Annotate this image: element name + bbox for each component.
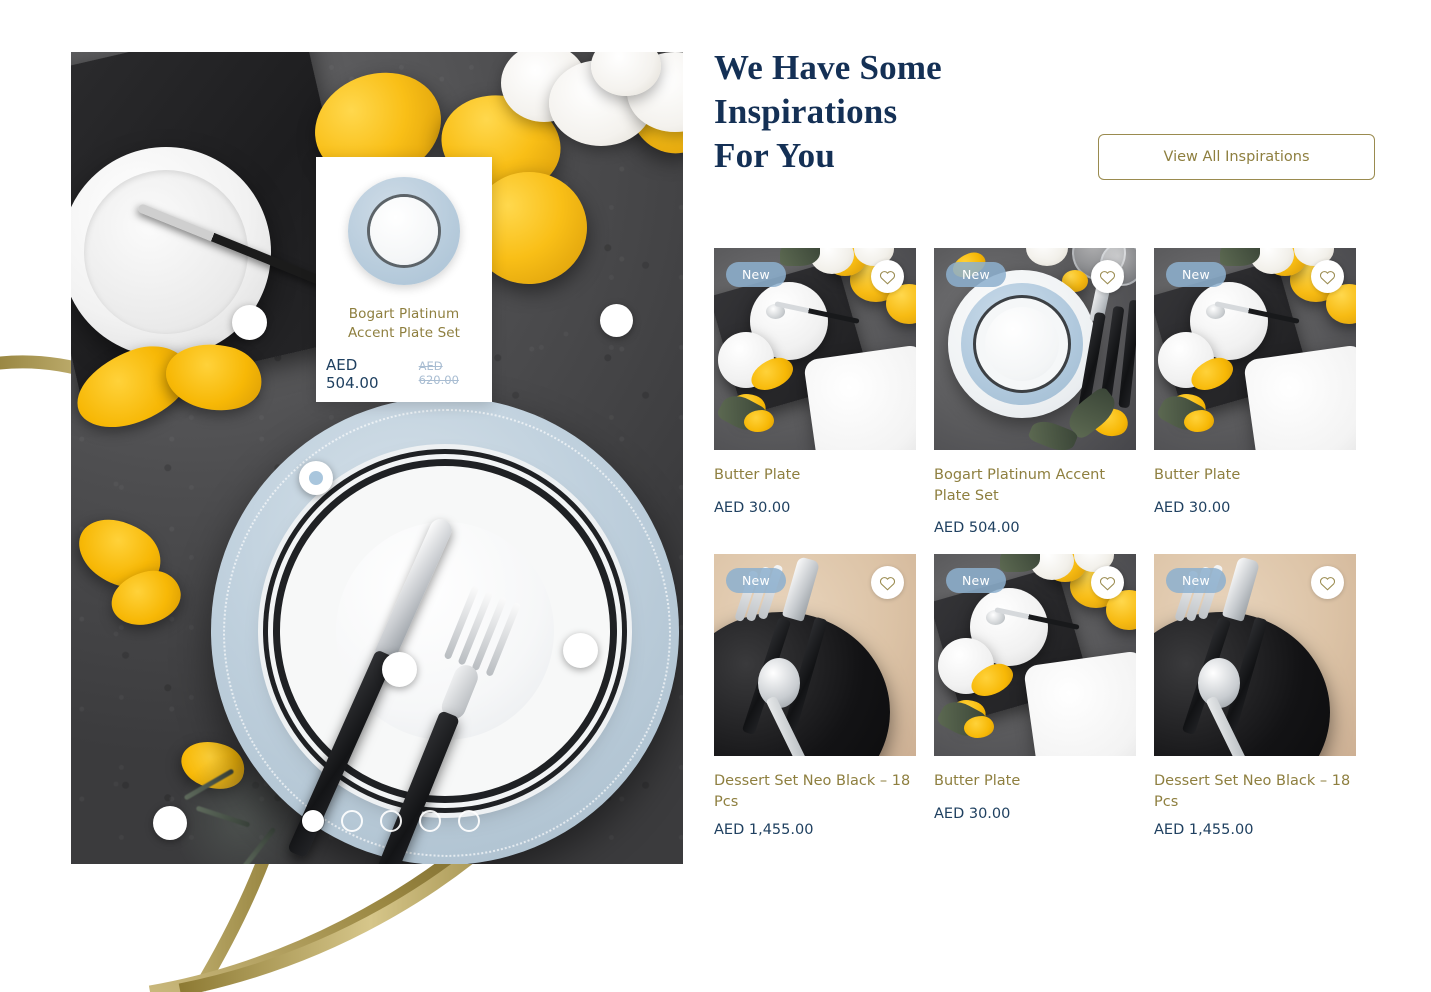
hero-popup-prices: AED 504.00 AED 620.00 xyxy=(326,356,482,392)
product-image[interactable]: New xyxy=(1154,554,1356,757)
charger-plate xyxy=(211,397,679,864)
heading-line-1: We Have Some xyxy=(714,48,942,87)
product-title[interactable]: Butter Plate xyxy=(714,465,916,486)
product-card[interactable]: New Butter Plate AED 30.00 xyxy=(1154,248,1356,536)
product-price: AED 1,455.00 xyxy=(714,822,814,839)
product-image[interactable]: New xyxy=(714,248,916,450)
heart-icon xyxy=(879,270,896,284)
heart-icon xyxy=(1099,576,1116,591)
wishlist-button[interactable] xyxy=(1091,566,1124,600)
hero-hotspot-6[interactable] xyxy=(153,806,187,840)
carousel-dot-1[interactable] xyxy=(302,810,324,832)
hero-popup-product-image xyxy=(348,177,460,285)
product-price: AED 30.00 xyxy=(934,805,1011,822)
hero-hotspot-2[interactable] xyxy=(600,304,633,337)
product-title[interactable]: Dessert Set Neo Black – 18 Pcs xyxy=(1154,771,1356,812)
hero-hotspot-active[interactable] xyxy=(299,461,333,495)
wishlist-button[interactable] xyxy=(871,260,904,293)
product-image[interactable]: New xyxy=(934,248,1136,450)
hero-product-popup[interactable]: Bogart Platinum Accent Plate Set AED 504… xyxy=(316,157,492,402)
view-all-inspirations-button[interactable]: View All Inspirations xyxy=(1098,134,1375,180)
wishlist-button[interactable] xyxy=(1091,260,1124,293)
hero-popup-title: Bogart Platinum Accent Plate Set xyxy=(347,305,461,342)
wishlist-button[interactable] xyxy=(1311,566,1344,600)
product-image[interactable]: New xyxy=(714,554,916,757)
hero-carousel-dots[interactable] xyxy=(302,810,480,832)
product-grid: New Butter Plate AED 30.00 New Bogart Pl… xyxy=(714,248,1374,838)
product-card[interactable]: New Bogart Platinum Accent Plate Set AED… xyxy=(934,248,1136,536)
heart-icon xyxy=(1319,270,1336,284)
heading-line-3: For You xyxy=(714,136,835,176)
product-card[interactable]: New Butter Plate AED 30.00 xyxy=(714,248,916,536)
carousel-dot-4[interactable] xyxy=(419,810,441,832)
hero-popup-old-price: AED 620.00 xyxy=(418,359,459,387)
product-card[interactable]: New Butter Plate AED 30.00 xyxy=(934,554,1136,838)
product-price: AED 1,455.00 xyxy=(1154,822,1254,839)
hero-lookbook-image[interactable]: Bogart Platinum Accent Plate Set AED 504… xyxy=(71,52,683,864)
product-title[interactable]: Butter Plate xyxy=(1154,465,1356,486)
product-price: AED 30.00 xyxy=(714,499,791,516)
panel-header: We Have Some Inspirations For You View A… xyxy=(714,46,1375,196)
product-price: AED 504.00 xyxy=(934,520,1020,537)
product-image[interactable]: New xyxy=(1154,248,1356,450)
product-card[interactable]: New Dessert Set Neo Black – 18 Pcs AED 1… xyxy=(714,554,916,838)
heart-icon xyxy=(1319,576,1336,591)
carousel-dot-5[interactable] xyxy=(458,810,480,832)
heading-line-2: Inspirations xyxy=(714,92,898,132)
product-title[interactable]: Butter Plate xyxy=(934,771,1136,792)
hero-popup-price: AED 504.00 xyxy=(326,356,379,392)
new-badge: New xyxy=(726,568,786,594)
new-badge: New xyxy=(1166,568,1226,594)
product-card[interactable]: New Dessert Set Neo Black – 18 Pcs AED 1… xyxy=(1154,554,1356,838)
hero-hotspot-5[interactable] xyxy=(563,633,598,668)
new-badge: New xyxy=(1166,262,1226,287)
product-title[interactable]: Bogart Platinum Accent Plate Set xyxy=(934,465,1136,506)
new-badge: New xyxy=(946,568,1006,594)
heart-icon xyxy=(879,576,896,591)
product-title[interactable]: Dessert Set Neo Black – 18 Pcs xyxy=(714,771,916,812)
new-badge: New xyxy=(946,262,1006,287)
hero-hotspot-4[interactable] xyxy=(382,652,417,687)
inspirations-section: Bogart Platinum Accent Plate Set AED 504… xyxy=(0,0,1431,992)
product-image[interactable]: New xyxy=(934,554,1136,757)
carousel-dot-2[interactable] xyxy=(341,810,363,832)
carousel-dot-3[interactable] xyxy=(380,810,402,832)
hero-hotspot-1[interactable] xyxy=(232,305,267,340)
inspirations-panel: We Have Some Inspirations For You View A… xyxy=(714,46,1375,838)
heart-icon xyxy=(1099,270,1116,284)
product-price: AED 30.00 xyxy=(1154,499,1231,516)
wishlist-button[interactable] xyxy=(1311,260,1344,293)
new-badge: New xyxy=(726,262,786,287)
wishlist-button[interactable] xyxy=(871,566,904,600)
